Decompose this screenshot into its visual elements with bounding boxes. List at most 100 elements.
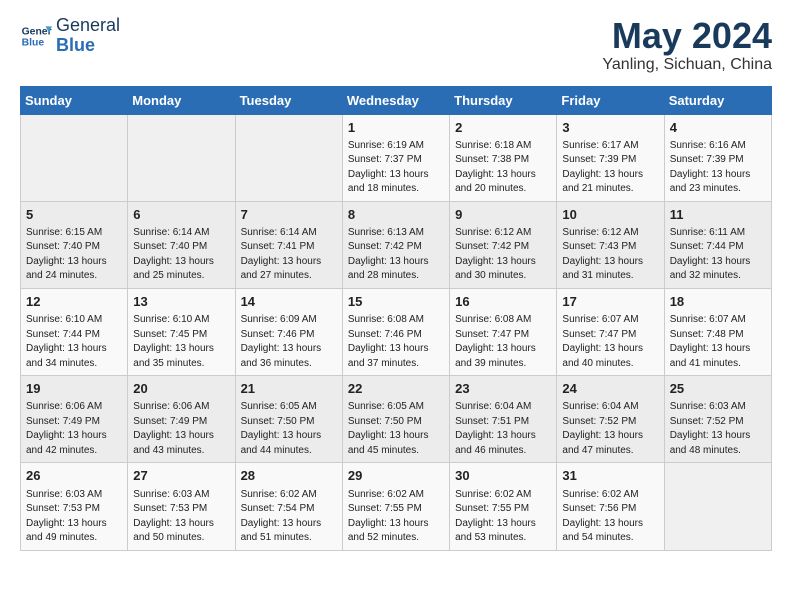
day-info: Sunrise: 6:03 AM Sunset: 7:53 PM Dayligh… [133, 488, 229, 546]
calendar-cell-w0-d0 [21, 114, 128, 201]
calendar-cell-w4-d0: 26 Sunrise: 6:03 AM Sunset: 7:53 PM Dayli… [21, 463, 128, 550]
calendar-body: 1Sunrise: 6:19 AM Sunset: 7:37 PM Daylig… [21, 114, 772, 550]
day-number: 22 [348, 380, 444, 398]
day-number: 16 [455, 293, 551, 311]
calendar-cell-w2-d1: 13 Sunrise: 6:10 AM Sunset: 7:45 PM Dayli… [128, 288, 235, 375]
day-info: Sunrise: 6:03 AM Sunset: 7:53 PM Dayligh… [26, 488, 122, 546]
day-number: 26 [26, 467, 122, 485]
day-info: Sunrise: 6:19 AM Sunset: 7:37 PM Dayligh… [348, 139, 444, 197]
calendar-subtitle: Yanling, Sichuan, China [602, 56, 772, 74]
day-number: 6 [133, 206, 229, 224]
day-info: Sunrise: 6:07 AM Sunset: 7:48 PM Dayligh… [670, 313, 766, 371]
day-info: Sunrise: 6:02 AM Sunset: 7:54 PM Dayligh… [241, 488, 337, 546]
day-number: 31 [562, 467, 658, 485]
day-number: 30 [455, 467, 551, 485]
calendar-cell-w0-d4: 2 Sunrise: 6:18 AM Sunset: 7:38 PM Daylig… [450, 114, 557, 201]
calendar-cell-w3-d5: 24 Sunrise: 6:04 AM Sunset: 7:52 PM Dayli… [557, 376, 664, 463]
day-number: 19 [26, 380, 122, 398]
day-number: 3 [562, 119, 658, 137]
calendar-week-3: 19 Sunrise: 6:06 AM Sunset: 7:49 PM Dayli… [21, 376, 772, 463]
day-info: Sunrise: 6:08 AM Sunset: 7:46 PM Dayligh… [348, 313, 444, 371]
day-info: Sunrise: 6:14 AM Sunset: 7:41 PM Dayligh… [241, 226, 337, 284]
svg-text:Blue: Blue [22, 37, 45, 48]
day-info: Sunrise: 6:02 AM Sunset: 7:55 PM Dayligh… [455, 488, 551, 546]
day-number: 17 [562, 293, 658, 311]
calendar-cell-w2-d5: 17 Sunrise: 6:07 AM Sunset: 7:47 PM Dayli… [557, 288, 664, 375]
weekday-header-friday: Friday [557, 86, 664, 114]
day-number: 21 [241, 380, 337, 398]
day-info: Sunrise: 6:06 AM Sunset: 7:49 PM Dayligh… [133, 400, 229, 458]
calendar-cell-w4-d6 [664, 463, 771, 550]
weekday-header-tuesday: Tuesday [235, 86, 342, 114]
weekday-header-sunday: Sunday [21, 86, 128, 114]
day-info: Sunrise: 6:13 AM Sunset: 7:42 PM Dayligh… [348, 226, 444, 284]
logo-line1: General [56, 16, 120, 36]
day-info: Sunrise: 6:17 AM Sunset: 7:39 PM Dayligh… [562, 139, 658, 197]
day-number: 13 [133, 293, 229, 311]
calendar-week-2: 12Sunrise: 6:10 AM Sunset: 7:44 PM Dayli… [21, 288, 772, 375]
calendar-cell-w2-d4: 16 Sunrise: 6:08 AM Sunset: 7:47 PM Dayli… [450, 288, 557, 375]
day-info: Sunrise: 6:11 AM Sunset: 7:44 PM Dayligh… [670, 226, 766, 284]
calendar-cell-w1-d2: 7 Sunrise: 6:14 AM Sunset: 7:41 PM Daylig… [235, 201, 342, 288]
logo-text: General Blue [56, 16, 120, 56]
day-info: Sunrise: 6:18 AM Sunset: 7:38 PM Dayligh… [455, 139, 551, 197]
calendar-cell-w3-d3: 22 Sunrise: 6:05 AM Sunset: 7:50 PM Dayli… [342, 376, 449, 463]
calendar-week-0: 1Sunrise: 6:19 AM Sunset: 7:37 PM Daylig… [21, 114, 772, 201]
day-info: Sunrise: 6:05 AM Sunset: 7:50 PM Dayligh… [241, 400, 337, 458]
day-number: 28 [241, 467, 337, 485]
day-info: Sunrise: 6:02 AM Sunset: 7:56 PM Dayligh… [562, 488, 658, 546]
calendar-table: SundayMondayTuesdayWednesdayThursdayFrid… [20, 86, 772, 551]
day-info: Sunrise: 6:04 AM Sunset: 7:51 PM Dayligh… [455, 400, 551, 458]
calendar-cell-w4-d3: 29Sunrise: 6:02 AM Sunset: 7:55 PM Dayli… [342, 463, 449, 550]
calendar-cell-w4-d2: 28 Sunrise: 6:02 AM Sunset: 7:54 PM Dayli… [235, 463, 342, 550]
calendar-cell-w4-d1: 27 Sunrise: 6:03 AM Sunset: 7:53 PM Dayli… [128, 463, 235, 550]
calendar-cell-w2-d3: 15 Sunrise: 6:08 AM Sunset: 7:46 PM Dayli… [342, 288, 449, 375]
calendar-title: May 2024 [602, 16, 772, 56]
day-info: Sunrise: 6:08 AM Sunset: 7:47 PM Dayligh… [455, 313, 551, 371]
day-number: 8 [348, 206, 444, 224]
calendar-cell-w3-d6: 25Sunrise: 6:03 AM Sunset: 7:52 PM Dayli… [664, 376, 771, 463]
weekday-header-monday: Monday [128, 86, 235, 114]
day-number: 2 [455, 119, 551, 137]
calendar-cell-w0-d2 [235, 114, 342, 201]
calendar-header: SundayMondayTuesdayWednesdayThursdayFrid… [21, 86, 772, 114]
day-info: Sunrise: 6:04 AM Sunset: 7:52 PM Dayligh… [562, 400, 658, 458]
calendar-cell-w1-d6: 11Sunrise: 6:11 AM Sunset: 7:44 PM Dayli… [664, 201, 771, 288]
day-number: 10 [562, 206, 658, 224]
day-info: Sunrise: 6:05 AM Sunset: 7:50 PM Dayligh… [348, 400, 444, 458]
day-info: Sunrise: 6:06 AM Sunset: 7:49 PM Dayligh… [26, 400, 122, 458]
logo-icon: General Blue [20, 20, 52, 52]
weekday-header-thursday: Thursday [450, 86, 557, 114]
day-info: Sunrise: 6:09 AM Sunset: 7:46 PM Dayligh… [241, 313, 337, 371]
calendar-cell-w2-d6: 18Sunrise: 6:07 AM Sunset: 7:48 PM Dayli… [664, 288, 771, 375]
logo-line2: Blue [56, 36, 120, 56]
calendar-cell-w4-d5: 31 Sunrise: 6:02 AM Sunset: 7:56 PM Dayli… [557, 463, 664, 550]
day-number: 9 [455, 206, 551, 224]
day-info: Sunrise: 6:12 AM Sunset: 7:42 PM Dayligh… [455, 226, 551, 284]
calendar-cell-w1-d4: 9 Sunrise: 6:12 AM Sunset: 7:42 PM Daylig… [450, 201, 557, 288]
calendar-cell-w0-d6: 4Sunrise: 6:16 AM Sunset: 7:39 PM Daylig… [664, 114, 771, 201]
weekday-header-wednesday: Wednesday [342, 86, 449, 114]
day-number: 23 [455, 380, 551, 398]
day-info: Sunrise: 6:10 AM Sunset: 7:45 PM Dayligh… [133, 313, 229, 371]
weekday-header-row: SundayMondayTuesdayWednesdayThursdayFrid… [21, 86, 772, 114]
calendar-cell-w1-d5: 10Sunrise: 6:12 AM Sunset: 7:43 PM Dayli… [557, 201, 664, 288]
calendar-cell-w1-d3: 8 Sunrise: 6:13 AM Sunset: 7:42 PM Daylig… [342, 201, 449, 288]
day-number: 15 [348, 293, 444, 311]
calendar-page: General Blue General Blue May 2024 Yanli… [0, 0, 792, 567]
calendar-cell-w1-d0: 5 Sunrise: 6:15 AM Sunset: 7:40 PM Daylig… [21, 201, 128, 288]
calendar-cell-w1-d1: 6Sunrise: 6:14 AM Sunset: 7:40 PM Daylig… [128, 201, 235, 288]
day-number: 24 [562, 380, 658, 398]
logo: General Blue General Blue [20, 16, 120, 56]
day-info: Sunrise: 6:15 AM Sunset: 7:40 PM Dayligh… [26, 226, 122, 284]
day-number: 5 [26, 206, 122, 224]
title-block: May 2024 Yanling, Sichuan, China [602, 16, 772, 74]
day-number: 27 [133, 467, 229, 485]
calendar-week-4: 26 Sunrise: 6:03 AM Sunset: 7:53 PM Dayli… [21, 463, 772, 550]
day-number: 7 [241, 206, 337, 224]
day-info: Sunrise: 6:07 AM Sunset: 7:47 PM Dayligh… [562, 313, 658, 371]
calendar-cell-w3-d4: 23 Sunrise: 6:04 AM Sunset: 7:51 PM Dayli… [450, 376, 557, 463]
calendar-cell-w4-d4: 30 Sunrise: 6:02 AM Sunset: 7:55 PM Dayli… [450, 463, 557, 550]
day-number: 12 [26, 293, 122, 311]
day-info: Sunrise: 6:03 AM Sunset: 7:52 PM Dayligh… [670, 400, 766, 458]
